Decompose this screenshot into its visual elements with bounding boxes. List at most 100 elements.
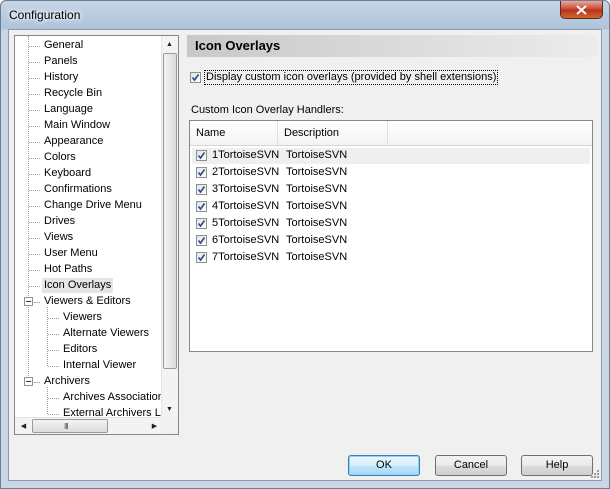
row-description: TortoiseSVN xyxy=(286,149,348,161)
checkmark-icon xyxy=(197,152,206,160)
scroll-up-arrow-icon[interactable]: ▲ xyxy=(162,37,177,52)
tree-connector xyxy=(29,190,40,191)
overlay-handlers-list[interactable]: Name Description 1TortoiseSVN TortoiseSVN… xyxy=(189,120,593,352)
tree-connector xyxy=(48,334,59,335)
collapse-icon[interactable] xyxy=(24,377,33,386)
tree-vertical-scrollbar[interactable]: ▲ ▼ xyxy=(161,36,178,418)
tree-item[interactable]: Change Drive Menu xyxy=(42,198,144,213)
tree-item[interactable]: Appearance xyxy=(42,134,105,149)
checkmark-icon xyxy=(197,169,206,177)
tree-item[interactable]: Editors xyxy=(61,342,99,357)
tree-item[interactable]: Internal Viewer xyxy=(61,358,138,373)
tree-item[interactable]: Alternate Viewers xyxy=(61,326,151,341)
tree-item[interactable]: Viewers & Editors xyxy=(42,294,133,309)
tree-item[interactable]: Main Window xyxy=(42,118,112,133)
row-name: 5TortoiseSVN xyxy=(212,217,280,229)
list-header: Name Description xyxy=(190,121,592,146)
tree-connector xyxy=(29,238,40,239)
tree-connector xyxy=(29,222,40,223)
tree-connector xyxy=(29,174,40,175)
checkmark-icon xyxy=(197,237,206,245)
tree-connector xyxy=(29,62,40,63)
close-button[interactable] xyxy=(560,1,603,19)
tree-item[interactable]: Archives Associations xyxy=(61,390,171,405)
scroll-down-arrow-icon[interactable]: ▼ xyxy=(162,402,177,417)
row-description: TortoiseSVN xyxy=(286,251,348,263)
tree-item[interactable]: Keyboard xyxy=(42,166,93,181)
vertical-scroll-thumb[interactable] xyxy=(163,53,177,369)
help-button[interactable]: Help xyxy=(521,455,593,476)
list-item[interactable]: 2TortoiseSVN TortoiseSVN xyxy=(192,165,590,181)
tree-connector xyxy=(48,414,59,415)
tree-item[interactable]: Colors xyxy=(42,150,78,165)
tree-item[interactable]: Language xyxy=(42,102,95,117)
checkmark-icon xyxy=(197,203,206,211)
tree-connector xyxy=(29,46,40,47)
row-checkbox[interactable] xyxy=(196,167,207,178)
row-name: 1TortoiseSVN xyxy=(212,149,280,161)
tree-item[interactable]: Recycle Bin xyxy=(42,86,104,101)
tree-connector xyxy=(29,94,40,95)
dialog-body: General Panels History Recycle Bin Language M… xyxy=(8,29,602,481)
row-checkbox[interactable] xyxy=(196,218,207,229)
list-item[interactable]: 5TortoiseSVN TortoiseSVN xyxy=(192,216,590,232)
tree-item[interactable]: Views xyxy=(42,230,75,245)
tree-item[interactable]: Hot Paths xyxy=(42,262,94,277)
row-name: 4TortoiseSVN xyxy=(212,200,280,212)
list-item[interactable]: 6TortoiseSVN TortoiseSVN xyxy=(192,233,590,249)
scroll-grip: III xyxy=(64,422,69,431)
tree-connector xyxy=(28,36,29,382)
horizontal-scroll-thumb[interactable]: III xyxy=(32,419,108,433)
row-checkbox[interactable] xyxy=(196,235,207,246)
tree-horizontal-scrollbar[interactable]: ◀ III ▶ xyxy=(15,417,163,434)
tree-connector xyxy=(48,318,59,319)
tree-item[interactable]: Panels xyxy=(42,54,80,69)
row-checkbox[interactable] xyxy=(196,201,207,212)
handlers-group-label: Custom Icon Overlay Handlers: xyxy=(191,104,344,116)
resize-grip-icon[interactable] xyxy=(589,468,600,479)
scroll-left-arrow-icon[interactable]: ◀ xyxy=(16,418,31,433)
list-item[interactable]: 4TortoiseSVN TortoiseSVN xyxy=(192,199,590,215)
tree-connector xyxy=(47,307,48,366)
tree-item[interactable]: Archivers xyxy=(42,374,92,389)
row-name: 6TortoiseSVN xyxy=(212,234,280,246)
tree-item[interactable]: General xyxy=(42,38,85,53)
scroll-right-arrow-icon[interactable]: ▶ xyxy=(147,418,162,433)
row-checkbox[interactable] xyxy=(196,150,207,161)
tree-connector xyxy=(29,110,40,111)
display-overlays-checkbox[interactable] xyxy=(190,72,201,83)
ok-button[interactable]: OK xyxy=(348,455,420,476)
row-checkbox[interactable] xyxy=(196,252,207,263)
tree-item[interactable]: History xyxy=(42,70,80,85)
tree-connector xyxy=(47,387,48,414)
tree-connector xyxy=(29,254,40,255)
scrollbar-corner xyxy=(161,417,178,434)
tree-connector xyxy=(34,302,40,303)
list-item[interactable]: 3TortoiseSVN TortoiseSVN xyxy=(192,182,590,198)
configuration-window: Configuration General Panels History Recycl… xyxy=(0,0,610,489)
tree-connector xyxy=(29,126,40,127)
row-name: 7TortoiseSVN xyxy=(212,251,280,263)
row-name: 2TortoiseSVN xyxy=(212,166,280,178)
display-overlays-label[interactable]: Display custom icon overlays (provided b… xyxy=(204,70,499,85)
row-description: TortoiseSVN xyxy=(286,234,348,246)
tree-item[interactable]: Icon Overlays xyxy=(42,278,114,293)
settings-tree[interactable]: General Panels History Recycle Bin Language M… xyxy=(14,35,179,435)
tree-item[interactable]: Confirmations xyxy=(42,182,114,197)
collapse-icon[interactable] xyxy=(24,297,33,306)
cancel-button[interactable]: Cancel xyxy=(435,455,507,476)
title-bar[interactable]: Configuration xyxy=(1,1,609,29)
list-item[interactable]: 1TortoiseSVN TortoiseSVN xyxy=(192,148,590,164)
close-icon xyxy=(576,5,587,15)
tree-item[interactable]: Viewers xyxy=(61,310,104,325)
checkmark-icon xyxy=(191,74,200,82)
row-checkbox[interactable] xyxy=(196,184,207,195)
row-description: TortoiseSVN xyxy=(286,217,348,229)
column-header-description[interactable]: Description xyxy=(278,121,388,145)
column-header-name[interactable]: Name xyxy=(190,121,278,145)
tree-item[interactable]: Drives xyxy=(42,214,77,229)
row-description: TortoiseSVN xyxy=(286,166,348,178)
list-item[interactable]: 7TortoiseSVN TortoiseSVN xyxy=(192,250,590,266)
tree-connector xyxy=(48,398,59,399)
tree-item[interactable]: User Menu xyxy=(42,246,100,261)
